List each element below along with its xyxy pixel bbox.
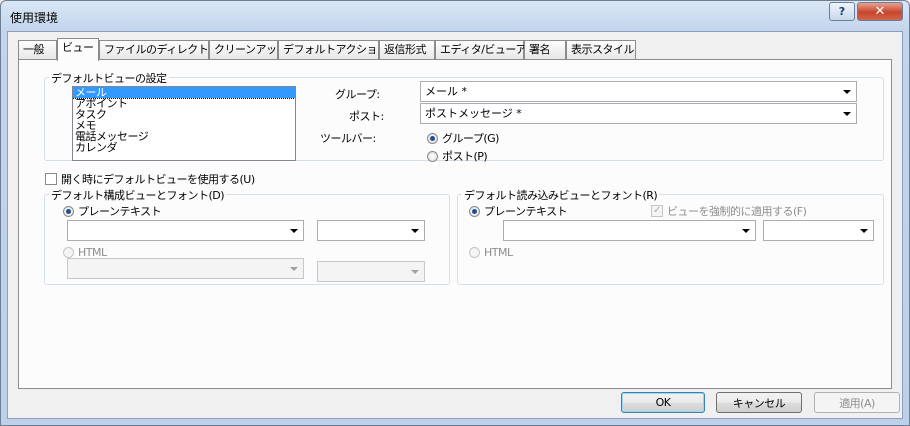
close-button[interactable]: ✕ [857, 2, 903, 21]
radio-unselected-icon [63, 247, 74, 258]
list-item-task[interactable]: タスク [73, 109, 295, 120]
group-label: グループ: [335, 88, 380, 101]
force-view-checkbox[interactable]: ✓ ビューを強制的に適用する(F) [651, 203, 807, 219]
radio-unselected-icon [469, 247, 480, 258]
chevron-down-icon [290, 267, 298, 271]
compose-plain-text-radio[interactable]: プレーンテキスト [63, 203, 162, 219]
toolbar-post-radio[interactable]: ポスト(P) [427, 148, 488, 164]
compose-view-group: デフォルト構成ビューとフォント(D) プレーンテキスト HTML [44, 187, 450, 285]
post-label: ポスト: [349, 110, 384, 123]
toolbar-post-label: ポスト(P) [442, 150, 488, 163]
read-plain-size-dropdown[interactable] [763, 220, 874, 241]
chevron-down-icon [843, 90, 851, 94]
chevron-down-icon [843, 112, 851, 116]
read-view-title: デフォルト読み込みビューとフォント(R) [462, 187, 660, 203]
tab-signature[interactable]: 署名 [524, 40, 566, 60]
group-view-dropdown[interactable]: メール * [420, 81, 857, 102]
dialog-client-area: 一般 ビュー ファイルのディレクトリ クリーンアップ デフォルトアクション 返信… [7, 31, 903, 419]
compose-view-title: デフォルト構成ビューとフォント(D) [49, 187, 227, 203]
help-button[interactable]: ? [829, 2, 855, 21]
read-view-group: デフォルト読み込みビューとフォント(R) プレーンテキスト ✓ ビューを強制的に… [457, 187, 884, 285]
post-view-dropdown[interactable]: ポストメッセージ * [420, 103, 857, 124]
read-plain-text-radio[interactable]: プレーンテキスト [469, 203, 568, 219]
checkbox-checked-icon: ✓ [651, 205, 663, 217]
compose-plain-text-label: プレーンテキスト [78, 205, 162, 218]
compose-html-font-dropdown[interactable] [67, 258, 304, 279]
radio-selected-icon [63, 205, 74, 217]
group-view-value: メール * [425, 85, 467, 98]
toolbar-group-radio[interactable]: グループ(G) [427, 130, 499, 146]
chevron-down-icon [411, 270, 419, 274]
cancel-button[interactable]: キャンセル [716, 392, 802, 413]
list-item-calendar[interactable]: カレンダ [73, 142, 295, 153]
title-bar: 使用環境 ? ✕ [1, 1, 909, 31]
chevron-down-icon [411, 229, 419, 233]
read-plain-text-label: プレーンテキスト [484, 205, 568, 218]
read-html-radio[interactable]: HTML [469, 246, 513, 259]
tab-view[interactable]: ビュー [57, 38, 99, 61]
options-dialog: 使用環境 ? ✕ 一般 ビュー ファイルのディレクトリ クリーンアップ デフォル… [0, 0, 910, 426]
help-icon: ? [838, 5, 846, 18]
compose-html-size-dropdown[interactable] [317, 261, 425, 282]
read-plain-font-dropdown[interactable] [503, 220, 756, 241]
read-html-label: HTML [484, 246, 513, 259]
compose-plain-font-dropdown[interactable] [67, 220, 304, 241]
apply-button[interactable]: 適用(A) [814, 392, 900, 413]
toolbar-group-label: グループ(G) [442, 132, 499, 145]
tab-general[interactable]: 一般 [18, 40, 57, 60]
ok-button[interactable]: OK [621, 392, 705, 413]
force-view-label: ビューを強制的に適用する(F) [667, 205, 807, 218]
close-icon: ✕ [874, 4, 886, 19]
checkbox-icon [45, 173, 57, 185]
tab-default-action[interactable]: デフォルトアクション [278, 40, 388, 60]
radio-selected-icon [469, 205, 480, 217]
radio-selected-icon [427, 132, 438, 144]
window-title: 使用環境 [10, 11, 59, 25]
view-type-list[interactable]: メール アポイント タスク メモ 電話メッセージ カレンダ [72, 86, 296, 161]
chevron-down-icon [742, 229, 750, 233]
toolbar-label: ツールバー: [320, 132, 376, 145]
chevron-down-icon [290, 229, 298, 233]
tab-cleanup[interactable]: クリーンアップ [209, 40, 287, 60]
post-view-value: ポストメッセージ * [425, 107, 522, 120]
default-view-group: デフォルトビューの設定 メール アポイント タスク メモ 電話メッセージ カレン… [44, 70, 884, 164]
tab-display-style[interactable]: 表示スタイル [566, 40, 636, 60]
chevron-down-icon [860, 229, 868, 233]
tab-file-directory[interactable]: ファイルのディレクトリ [99, 40, 219, 60]
use-default-view-checkbox[interactable]: 開く時にデフォルトビューを使用する(U) [45, 171, 255, 187]
tab-editor-viewer[interactable]: エディタ/ビューア [435, 40, 527, 60]
view-tab-panel: デフォルトビューの設定 メール アポイント タスク メモ 電話メッセージ カレン… [18, 59, 892, 389]
default-view-title: デフォルトビューの設定 [49, 70, 169, 86]
radio-unselected-icon [427, 150, 438, 162]
use-default-view-label: 開く時にデフォルトビューを使用する(U) [61, 173, 255, 186]
tab-reply-format[interactable]: 返信形式 [379, 40, 435, 60]
compose-plain-size-dropdown[interactable] [317, 220, 425, 241]
